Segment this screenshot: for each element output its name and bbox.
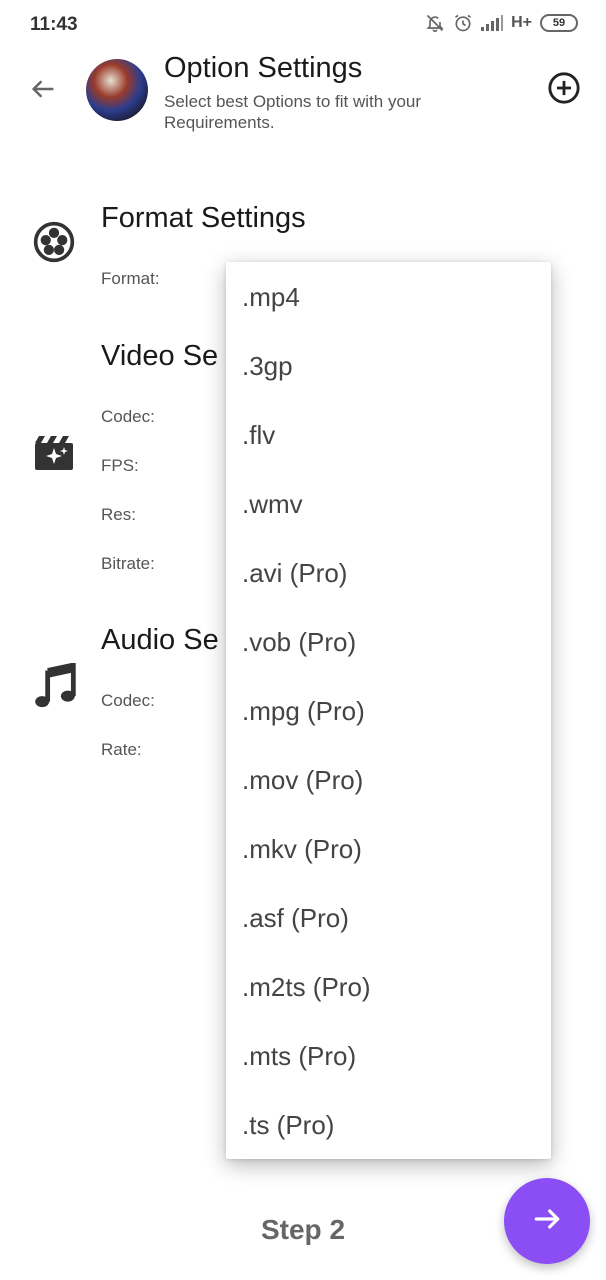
network-type: H+ [511,14,532,31]
dropdown-option[interactable]: .mov (Pro) [226,746,551,815]
status-icons: H+ 59 [425,13,578,33]
dropdown-option[interactable]: .asf (Pro) [226,884,551,953]
dropdown-option[interactable]: .3gp [226,332,551,401]
signal-icon [481,15,504,31]
battery-indicator: 59 [540,14,578,32]
dropdown-option[interactable]: .m2ts (Pro) [226,953,551,1022]
video-res-label: Res: [101,505,136,524]
format-section-title: Format Settings [101,202,306,234]
dropdown-option[interactable]: .flv [226,401,551,470]
audio-section-title: Audio Se [101,624,219,656]
status-bar: 11:43 H+ 59 [0,0,606,50]
film-reel-icon [30,218,78,266]
video-bitrate-label: Bitrate: [101,554,155,573]
dropdown-option[interactable]: .mkv (Pro) [226,815,551,884]
avatar [86,59,148,121]
audio-codec-label: Codec: [101,691,155,710]
arrow-right-icon [531,1203,563,1240]
dropdown-option[interactable]: .ts (Pro) [226,1091,551,1160]
back-button[interactable] [22,70,64,112]
movie-sparkle-icon [32,432,76,474]
dropdown-option[interactable]: .wmv [226,470,551,539]
alarm-icon [453,13,473,33]
dropdown-option[interactable]: .mp4 [226,263,551,332]
music-note-icon [32,662,78,712]
audio-rate-label: Rate: [101,740,142,759]
status-time: 11:43 [30,14,78,35]
video-section-title: Video Se [101,340,219,372]
page-subtitle: Select best Options to fit with your Req… [164,92,422,132]
dropdown-option[interactable]: .avi (Pro) [226,539,551,608]
add-circle-icon [547,71,581,110]
page-title: Option Settings [164,52,363,84]
video-codec-label: Codec: [101,407,155,426]
format-label: Format: [101,269,160,288]
dropdown-option[interactable]: .mpg (Pro) [226,677,551,746]
video-fps-label: FPS: [101,456,139,475]
add-button[interactable] [544,70,584,110]
dropdown-option[interactable]: .mts (Pro) [226,1022,551,1091]
dropdown-option[interactable]: .vob (Pro) [226,608,551,677]
format-dropdown-menu: .mp4 .3gp .flv .wmv .avi (Pro) .vob (Pro… [226,262,551,1159]
next-button[interactable] [504,1178,590,1264]
arrow-left-icon [29,75,57,108]
muted-bell-icon [425,13,445,33]
